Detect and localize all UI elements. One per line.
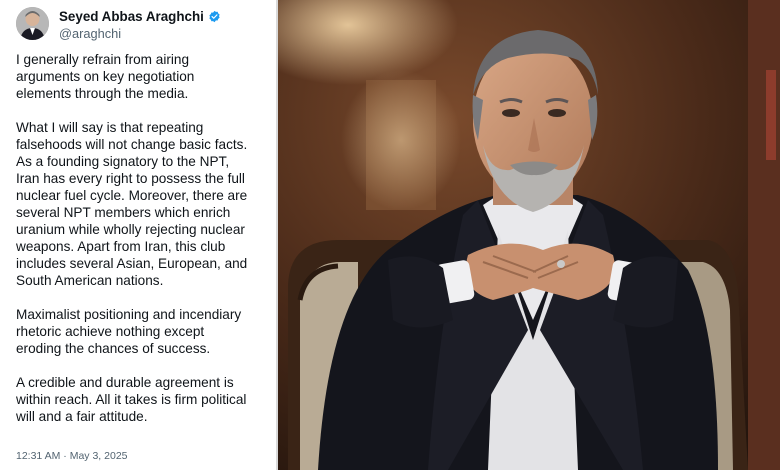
tweet-paragraph: What I will say is that repeating falseh… [16,120,248,288]
tweet-card: Seyed Abbas Araghchi @araghchi I general… [0,0,278,470]
tweet-paragraph: A credible and durable agreement is with… [16,375,247,424]
tweet-paragraph: I generally refrain from airing argument… [16,52,195,101]
tweet-timestamp[interactable]: 12:31 AM · May 3, 2025 [16,450,128,462]
author-name-row: Seyed Abbas Araghchi [59,9,221,24]
avatar-portrait-icon [16,7,49,40]
portrait-photo-image [278,0,780,470]
tweet-date: May 3, 2025 [69,450,128,462]
portrait-photo [278,0,780,470]
tweet-text: I generally refrain from airing argument… [16,51,268,442]
tweet-time: 12:31 AM [16,450,61,462]
author-handle[interactable]: @araghchi [59,26,121,41]
verified-badge-icon [209,10,220,23]
author-name[interactable]: Seyed Abbas Araghchi [59,9,204,24]
tweet-paragraph: Maximalist positioning and incendiary rh… [16,307,242,356]
avatar[interactable] [16,7,49,40]
tweet-header: Seyed Abbas Araghchi @araghchi [16,7,266,43]
timestamp-separator: · [63,450,67,462]
